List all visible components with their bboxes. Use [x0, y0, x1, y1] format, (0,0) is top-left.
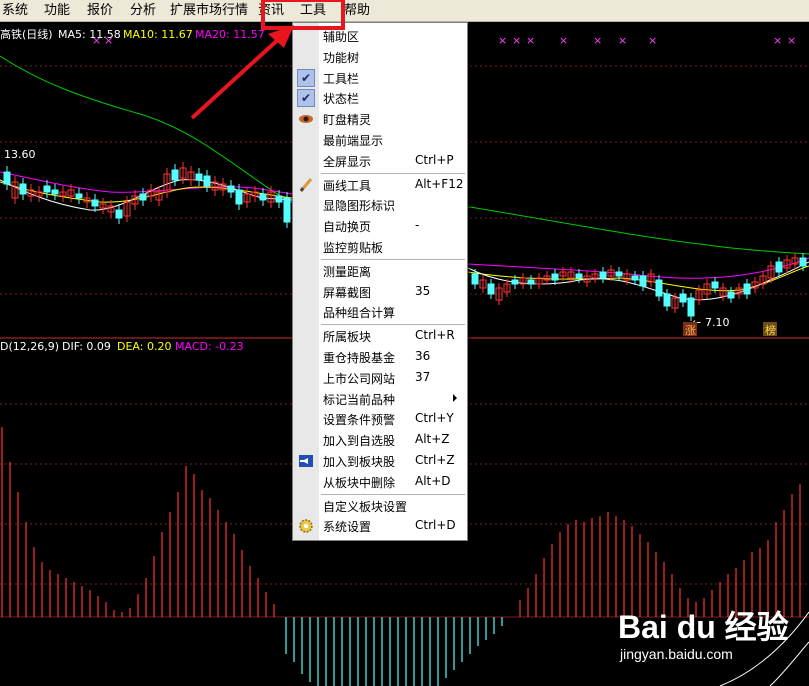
watermark: Bai du 经验 jingyan.baidu.com: [608, 598, 808, 670]
watermark-logo: Bai du 经验: [618, 609, 789, 645]
watermark-url: jingyan.baidu.com: [620, 646, 733, 662]
annotation-overlay: [190, 0, 345, 120]
annotation-arrow-line: [190, 34, 284, 120]
highlight-box: [261, 0, 345, 30]
